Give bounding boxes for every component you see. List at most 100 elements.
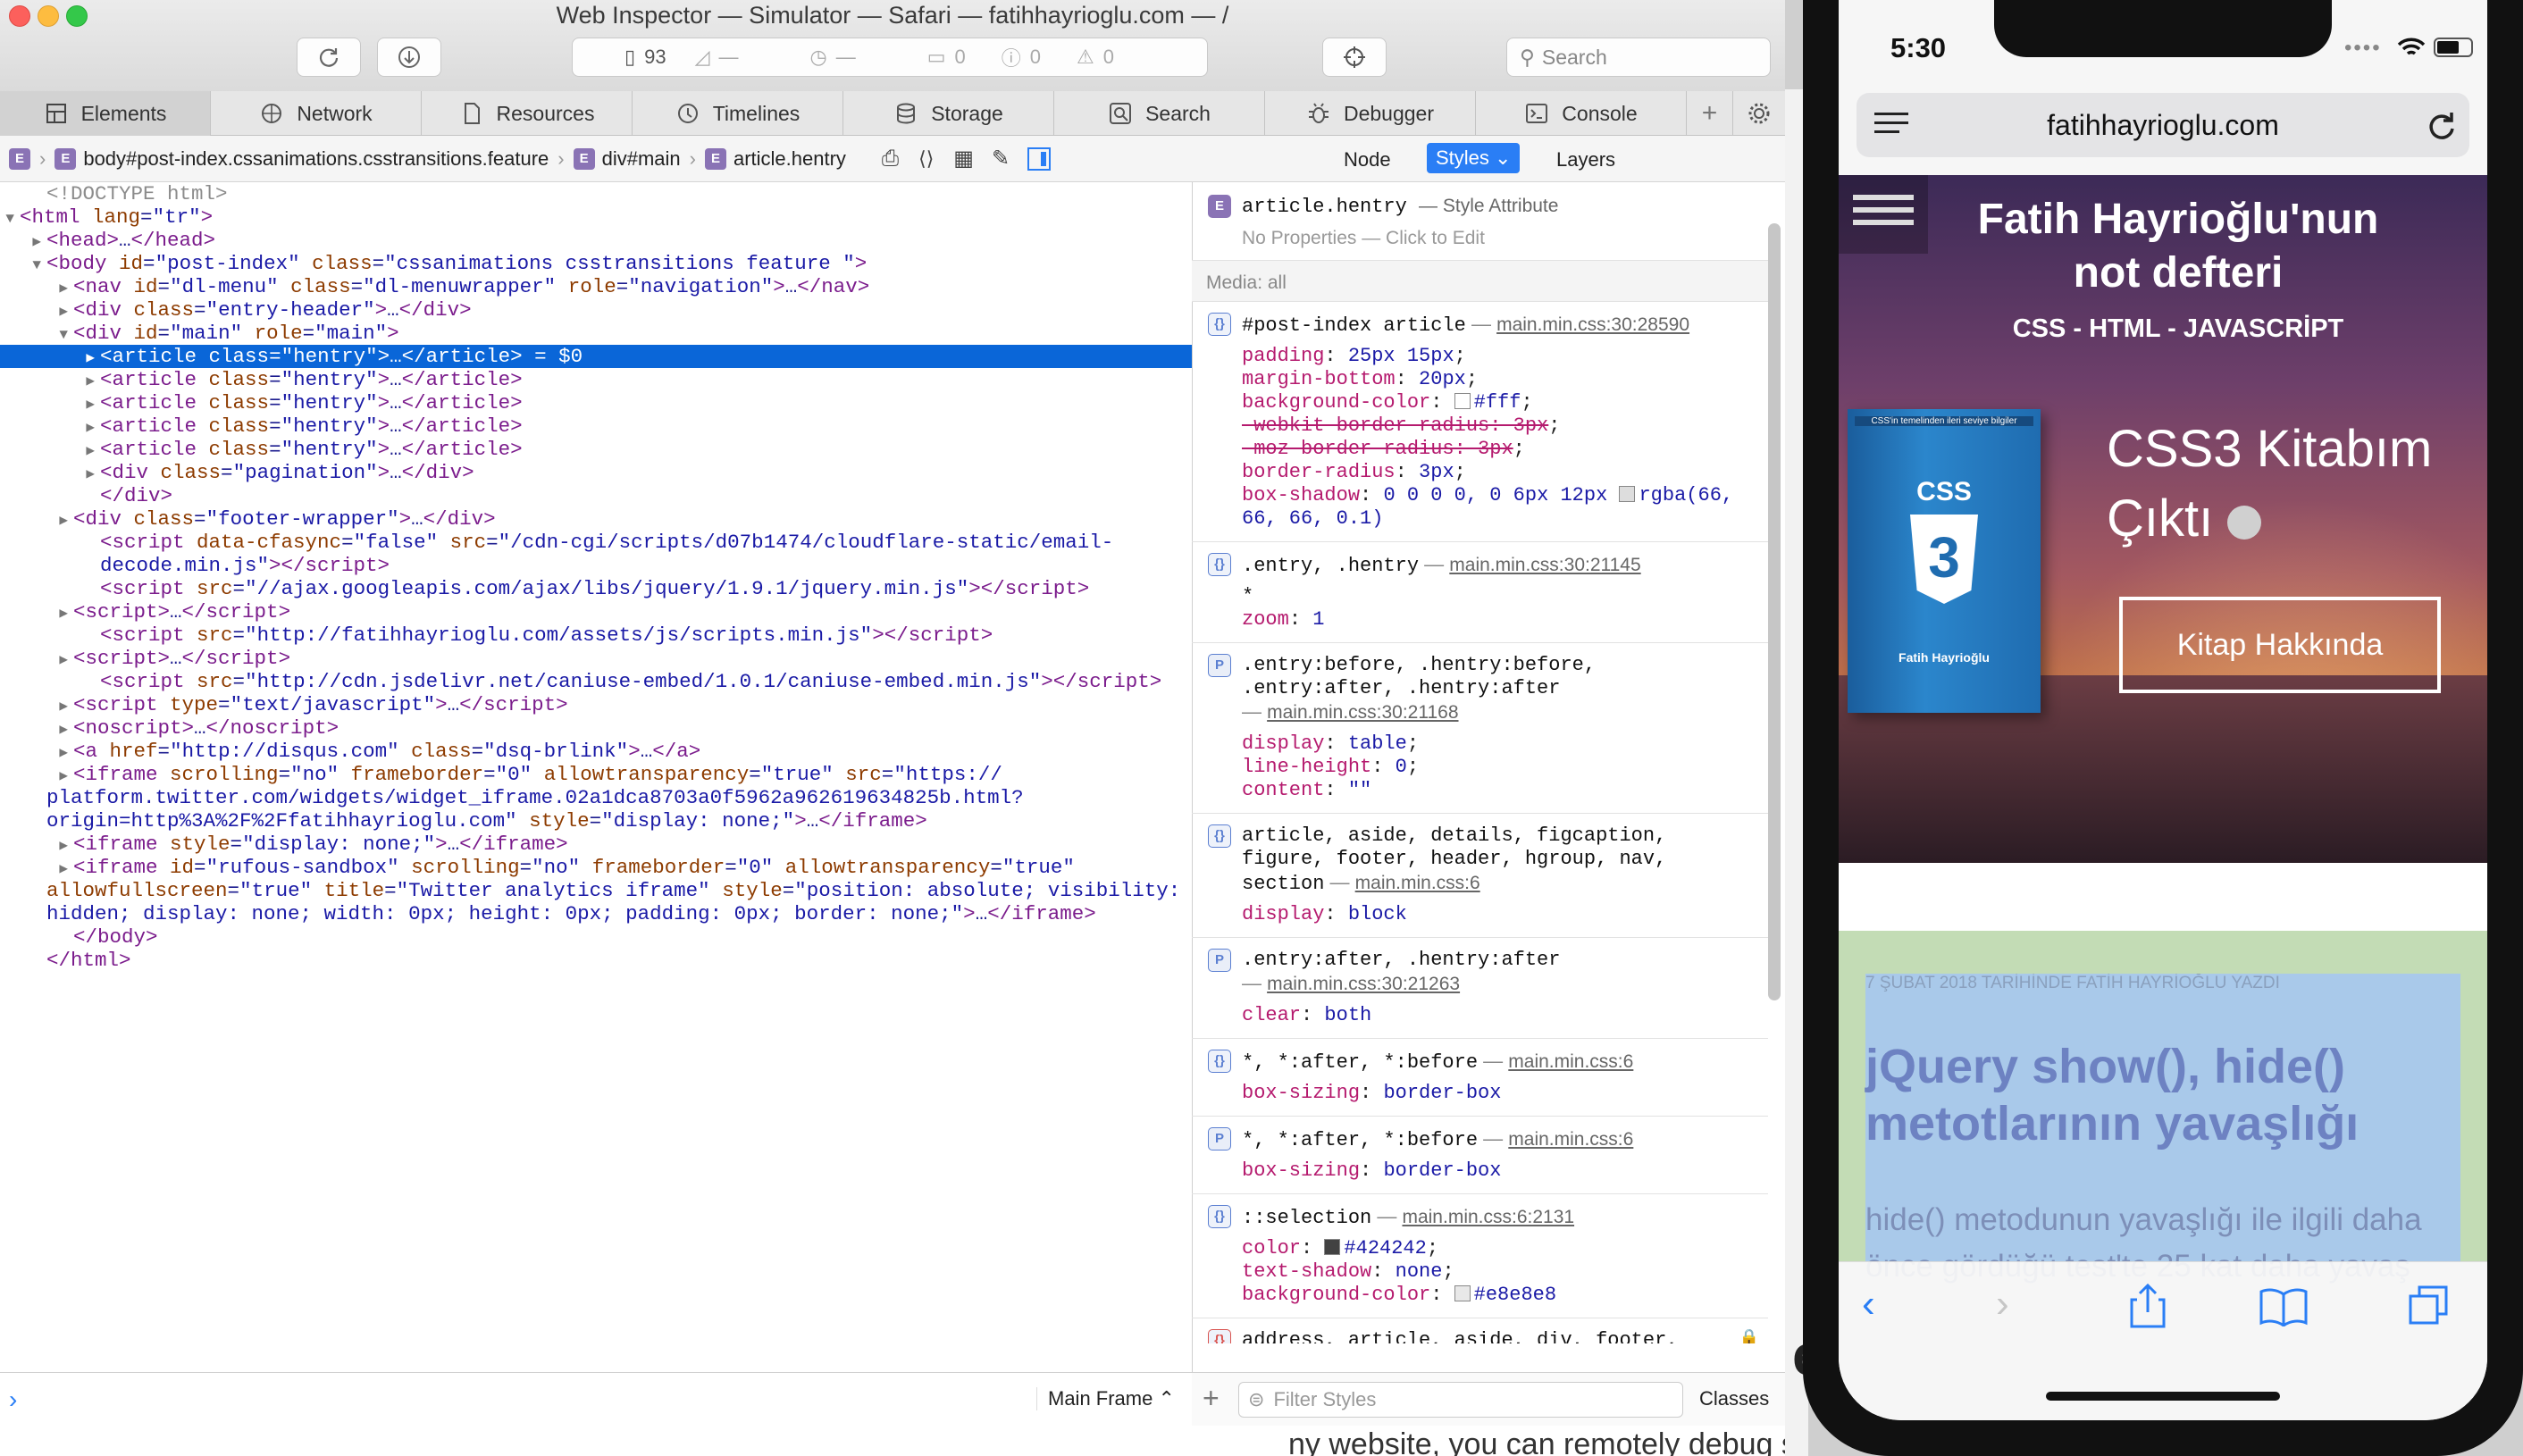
css-source-link[interactable]: main.min.css:6: [1508, 1051, 1633, 1072]
book-info-button[interactable]: Kitap Hakkında: [2119, 597, 2441, 693]
dom-node-row[interactable]: ▶ <article class="hentry">…</article>: [0, 391, 1192, 414]
toggle-sidebar-icon[interactable]: [1027, 146, 1052, 171]
disclosure-collapsed-icon[interactable]: ▶: [0, 300, 73, 323]
forward-icon[interactable]: ›: [1996, 1282, 2009, 1326]
disclosure-collapsed-icon[interactable]: ▶: [0, 439, 100, 463]
dom-node-row[interactable]: ▶ <iframe scrolling="no" frameborder="0" …: [0, 763, 1192, 786]
css-rule[interactable]: P .entry:after, .hentry:after — main.min.c…: [1192, 938, 1768, 1039]
css-rule[interactable]: {} article, aside, details, figcaption, fi…: [1192, 814, 1768, 938]
css-source-link[interactable]: main.min.css:30:21168: [1267, 702, 1458, 723]
tab-elements[interactable]: Elements: [0, 91, 211, 136]
element-picker-button[interactable]: [1322, 38, 1387, 77]
css-source-link[interactable]: main.min.css:30:28590: [1496, 314, 1689, 335]
dom-node-row[interactable]: ▼ <body id="post-index" class="cssanimati…: [0, 252, 1192, 275]
dom-node-row[interactable]: ▶ <article class="hentry">…</article>: [0, 438, 1192, 461]
dom-node-row[interactable]: ▼ <div id="main" role="main">: [0, 322, 1192, 345]
disclosure-collapsed-icon[interactable]: ▶: [0, 416, 100, 439]
tab-console[interactable]: Console: [1476, 91, 1687, 136]
disclosure-collapsed-icon[interactable]: ▶: [0, 230, 46, 254]
styles-scrollbar[interactable]: [1768, 223, 1781, 1000]
frame-selector[interactable]: Main Frame ⌃: [1036, 1387, 1175, 1410]
dom-node-row[interactable]: ▶ <div class="entry-header">…</div>: [0, 298, 1192, 322]
download-button[interactable]: [377, 38, 441, 77]
disclosure-collapsed-icon[interactable]: ▶: [0, 277, 73, 300]
css-selector[interactable]: address, article, aside, div, footer,: [1242, 1329, 1678, 1343]
filter-styles-input[interactable]: ⊜ Filter Styles: [1238, 1382, 1683, 1418]
disclosure-collapsed-icon[interactable]: ▶: [0, 347, 100, 370]
settings-button[interactable]: [1733, 91, 1785, 136]
css-rule[interactable]: {}::selection — main.min.css:6:2131 color…: [1192, 1194, 1768, 1318]
css-source-link[interactable]: main.min.css:30:21145: [1449, 555, 1640, 575]
dom-node-row[interactable]: ▶ <script type="text/javascript">…</scrip…: [0, 693, 1192, 716]
search-field[interactable]: ⚲ Search: [1506, 38, 1771, 77]
article-content-highlight[interactable]: 7 ŞUBAT 2018 TARİHİNDE FATİH HAYRİOĞLU Y…: [1865, 974, 2460, 1284]
css-selector[interactable]: *, *:after, *:before: [1242, 1051, 1478, 1074]
dom-node-row[interactable]: ▶ <head>…</head>: [0, 229, 1192, 252]
dom-node-row[interactable]: ▶ <iframe style="display: none;">…</ifram…: [0, 833, 1192, 856]
dom-node-row[interactable]: ▶ <noscript>…</noscript>: [0, 716, 1192, 740]
dom-node-row[interactable]: ▶ <nav id="dl-menu" class="dl-menuwrapper…: [0, 275, 1192, 298]
css-source-link[interactable]: main.min.css:6: [1508, 1129, 1633, 1150]
site-title[interactable]: Fatih Hayrioğlu'nun not defteri: [1946, 193, 2410, 300]
post-title[interactable]: jQuery show(), hide() metotlarının yavaş…: [1865, 1038, 2460, 1152]
dom-node-row[interactable]: <script src="http://cdn.jsdelivr.net/can…: [0, 670, 1192, 693]
dom-node-row[interactable]: allowfullscreen="true" title="Twitter an…: [0, 879, 1192, 902]
css-source-link[interactable]: main.min.css:6:2131: [1402, 1207, 1574, 1227]
address-bar[interactable]: fatihhayrioglu.com: [1857, 93, 2469, 157]
dom-node-row[interactable]: platform.twitter.com/widgets/widget_ifra…: [0, 786, 1192, 809]
breadcrumb-item-main[interactable]: div#main: [602, 147, 681, 171]
dom-node-row[interactable]: </body>: [0, 925, 1192, 949]
css-source-link[interactable]: main.min.css:30:21263: [1267, 974, 1460, 994]
css-selector[interactable]: .entry, .hentry: [1242, 555, 1419, 577]
tab-search[interactable]: Search: [1054, 91, 1265, 136]
dom-node-row[interactable]: </html>: [0, 949, 1192, 972]
dom-node-row[interactable]: ▶ <article class="hentry">…</article>: [0, 368, 1192, 391]
disclosure-collapsed-icon[interactable]: ▶: [0, 370, 100, 393]
dom-node-row[interactable]: <script data-cfasync="false" src="/cdn-c…: [0, 531, 1192, 554]
style-attribute-placeholder[interactable]: No Properties — Click to Edit: [1242, 227, 1485, 250]
css-declarations[interactable]: display: block: [1242, 903, 1759, 926]
layout-grid-icon[interactable]: ▦: [953, 146, 974, 172]
tab-network[interactable]: Network: [211, 91, 422, 136]
dom-node-row[interactable]: ▶ <script>…</script>: [0, 647, 1192, 670]
css-rule[interactable]: P .entry:before, .hentry:before, .entry:af…: [1192, 643, 1768, 814]
css-declarations[interactable]: * zoom: 1: [1242, 585, 1759, 632]
dom-tree[interactable]: <!DOCTYPE html> ▼ <html lang="tr"> ▶ <head>……: [0, 182, 1192, 1372]
disclosure-collapsed-icon[interactable]: ▶: [0, 695, 73, 718]
disclosure-collapsed-icon[interactable]: ▶: [0, 649, 73, 672]
dom-node-row[interactable]: decode.min.js"></script>: [0, 554, 1192, 577]
disclosure-collapsed-icon[interactable]: ▶: [0, 509, 73, 532]
css-selector[interactable]: ::selection: [1242, 1207, 1371, 1229]
disclosure-collapsed-icon[interactable]: ▶: [0, 393, 100, 416]
sidebar-tab-styles[interactable]: Styles ⌄: [1427, 143, 1521, 173]
dom-node-row[interactable]: <!DOCTYPE html>: [0, 182, 1192, 205]
css-rule[interactable]: {} address, article, aside, div, footer, 🔒: [1192, 1318, 1768, 1343]
css-selector[interactable]: .entry:before, .hentry:before, .entry:aft…: [1242, 654, 1596, 699]
new-tab-button[interactable]: +: [1687, 91, 1733, 136]
paint-brush-icon[interactable]: ✎: [992, 146, 1010, 172]
css-declarations[interactable]: clear: both: [1242, 1004, 1759, 1027]
css-rule[interactable]: {} *, *:after, *:before — main.min.css:6 b…: [1192, 1039, 1768, 1117]
dom-node-row[interactable]: hidden; display: none; width: 0px; heigh…: [0, 902, 1192, 925]
dom-node-row[interactable]: ▶ <div class="pagination">…</div>: [0, 461, 1192, 484]
css-declarations[interactable]: display: table; line-height: 0; content: "…: [1242, 732, 1759, 802]
dom-node-row[interactable]: ▶ <a href="http://disqus.com" class="dsq-…: [0, 740, 1192, 763]
disclosure-expanded-icon[interactable]: ▼: [0, 207, 20, 230]
css-selector[interactable]: .entry:after, .hentry:after: [1242, 949, 1560, 971]
sidebar-tab-node[interactable]: Node: [1344, 148, 1391, 172]
back-icon[interactable]: ‹: [1862, 1282, 1875, 1326]
disclosure-collapsed-icon[interactable]: ▶: [0, 602, 73, 625]
css-selector[interactable]: *, *:after, *:before: [1242, 1129, 1478, 1151]
print-icon[interactable]: ⎙: [882, 146, 899, 172]
tab-resources[interactable]: Resources: [422, 91, 633, 136]
disclosure-collapsed-icon[interactable]: ▶: [0, 463, 100, 486]
css-declarations[interactable]: box-sizing: border-box: [1242, 1159, 1759, 1183]
css-selector[interactable]: #post-index article: [1242, 314, 1466, 337]
tab-storage[interactable]: Storage: [843, 91, 1054, 136]
tab-debugger[interactable]: Debugger: [1265, 91, 1476, 136]
css-rule[interactable]: P *, *:after, *:before — main.min.css:6 bo…: [1192, 1117, 1768, 1194]
css-declarations[interactable]: color: #424242; text-shadow: none; backgro…: [1242, 1237, 1759, 1307]
dom-node-row[interactable]: ▼ <html lang="tr">: [0, 205, 1192, 229]
dom-node-row[interactable]: <script src="http://fatihhayrioglu.com/a…: [0, 623, 1192, 647]
dom-node-row[interactable]: <script src="//ajax.googleapis.com/ajax/…: [0, 577, 1192, 600]
